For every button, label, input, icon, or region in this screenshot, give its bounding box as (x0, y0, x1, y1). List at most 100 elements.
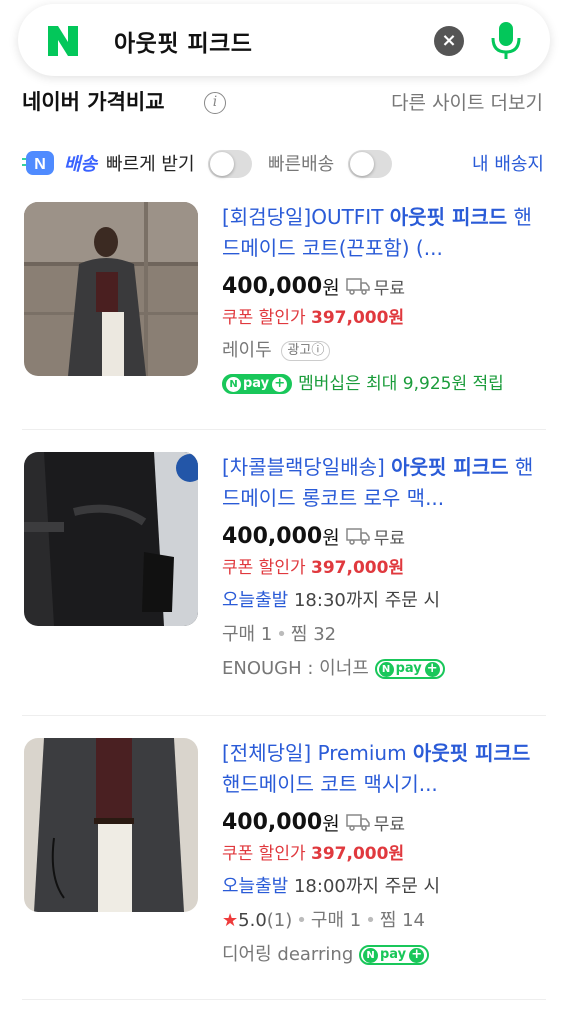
coupon-price-row: 쿠폰 할인가 397,000원 (222, 552, 544, 584)
ad-label: 광고 (287, 343, 312, 358)
product-info: [전체당일] Premium 아웃핏 피크드 핸드메이드 코트 맥시기... 4… (222, 738, 544, 972)
dispatch-row: 오늘출발 18:00까지 주문 시 (222, 870, 544, 904)
coupon-label: 쿠폰 할인가 (222, 558, 306, 578)
product-title-link[interactable]: [전체당일] Premium 아웃핏 피크드 핸드메이드 코트 맥시기... (222, 738, 544, 800)
title-suffix: 핸드메이드 코트 맥시기... (222, 772, 438, 796)
stats-row: ★5.0(1) • 구매 1 • 찜 14 (222, 904, 544, 938)
product-thumbnail[interactable] (24, 738, 198, 912)
title-highlight: 아웃핏 피크드 (389, 205, 508, 229)
delivery-filter-row: N 배송 빠르게 받기 빠른배송 내 배송지 (22, 146, 546, 182)
my-delivery-address-link[interactable]: 내 배송지 (472, 150, 544, 176)
separator-dot: • (365, 910, 376, 931)
seller-row: 디어링 dearring Npay + (222, 938, 544, 972)
product-card[interactable]: [회검당일]OUTFIT 아웃핏 피크드 핸드메이드 코트(끈포함) (... … (22, 202, 546, 430)
separator-dot: • (276, 624, 287, 645)
search-bar[interactable]: 아웃핏 피크드 × (18, 4, 550, 76)
product-thumbnail[interactable] (24, 202, 198, 376)
svg-text:N: N (34, 156, 46, 173)
product-title-link[interactable]: [회검당일]OUTFIT 아웃핏 피크드 핸드메이드 코트(끈포함) (... (222, 202, 544, 264)
npay-text: pay (243, 376, 270, 391)
product-price: 400,000 (222, 523, 323, 549)
product-thumbnail[interactable] (24, 452, 198, 626)
stats-row: 구매 1 • 찜 32 (222, 618, 544, 652)
ad-badge[interactable]: 광고ⓘ (281, 341, 331, 361)
currency-label: 원 (322, 526, 340, 549)
coupon-label: 쿠폰 할인가 (222, 308, 306, 328)
seller-row: ENOUGH : 이너프 Npay + (222, 652, 544, 686)
plus-icon: + (409, 947, 425, 963)
fast-delivery-toggle[interactable] (348, 150, 392, 178)
npay-plus-badge: Npay + (359, 945, 430, 965)
title-prefix: [전체당일] Premium (222, 741, 413, 765)
seller-name[interactable]: 레이두 (222, 340, 272, 361)
today-ship-label: 오늘출발 (222, 876, 289, 897)
seller-name[interactable]: 디어링 dearring (222, 944, 353, 965)
price-row: 400,000 원 무료 (222, 270, 544, 302)
search-query[interactable]: 아웃핏 피크드 (114, 24, 252, 58)
title-prefix: [차콜블랙당일배송] (222, 455, 392, 479)
price-row: 400,000 원 무료 (222, 520, 544, 552)
clear-search-icon[interactable]: × (434, 26, 464, 56)
truck-icon (345, 278, 370, 295)
rating-value: 5.0 (238, 910, 267, 931)
wish-count: 찜 32 (290, 624, 337, 645)
coupon-price: 397,000원 (311, 844, 405, 864)
product-info: [회검당일]OUTFIT 아웃핏 피크드 핸드메이드 코트(끈포함) (... … (222, 202, 544, 400)
rating-count: (1) (266, 910, 293, 931)
purchase-count: 구매 1 (310, 910, 362, 931)
npay-plus-badge: Npay + (222, 374, 293, 394)
shipping-fee: 무료 (373, 814, 405, 835)
truck-icon (345, 814, 370, 831)
npay-n-icon: N (226, 376, 241, 392)
order-cutoff: 18:30까지 주문 시 (293, 590, 441, 611)
coupon-label: 쿠폰 할인가 (222, 844, 306, 864)
truck-icon (345, 528, 370, 545)
separator-dot: • (296, 910, 307, 931)
seller-name[interactable]: ENOUGH : 이너프 (222, 658, 369, 679)
title-highlight: 아웃핏 피크드 (391, 455, 509, 479)
currency-label: 원 (322, 812, 340, 835)
fast-receive-toggle[interactable] (208, 150, 252, 178)
coupon-price: 397,000원 (311, 308, 405, 328)
membership-row: Npay + 멤버십은 최대 9,925원 적립 (222, 368, 544, 400)
shipping-fee: 무료 (373, 528, 405, 549)
shipping-fee: 무료 (373, 278, 405, 299)
product-info: [차콜블랙당일배송] 아웃핏 피크드 핸드메이드 롱코트 로우 맥... 400… (222, 452, 544, 686)
npay-plus-badge: Npay + (374, 659, 445, 679)
coupon-price: 397,000원 (311, 558, 405, 578)
microphone-icon[interactable] (488, 20, 524, 60)
coupon-price-row: 쿠폰 할인가 397,000원 (222, 302, 544, 334)
membership-points: 멤버십은 최대 9,925원 적립 (298, 374, 504, 394)
info-icon[interactable]: i (204, 92, 226, 114)
dispatch-row: 오늘출발 18:30까지 주문 시 (222, 584, 544, 618)
today-ship-label: 오늘출발 (222, 590, 289, 611)
npay-text: pay (380, 947, 407, 962)
product-price: 400,000 (222, 273, 323, 299)
order-cutoff: 18:00까지 주문 시 (293, 876, 441, 897)
seller-row: 레이두 광고ⓘ (222, 334, 544, 368)
product-title-link[interactable]: [차콜블랙당일배송] 아웃핏 피크드 핸드메이드 롱코트 로우 맥... (222, 452, 544, 514)
purchase-count: 구매 1 (222, 624, 273, 645)
fast-receive-label: 빠르게 받기 (106, 154, 195, 175)
section-title: 네이버 가격비교 (22, 90, 165, 114)
currency-label: 원 (322, 276, 340, 299)
plus-icon: + (424, 661, 440, 677)
npay-n-icon: N (378, 661, 394, 677)
product-card[interactable]: [전체당일] Premium 아웃핏 피크드 핸드메이드 코트 맥시기... 4… (22, 738, 546, 1000)
npay-delivery-icon: N (22, 151, 54, 175)
product-price: 400,000 (222, 809, 323, 835)
delivery-brand-label: 배송 (64, 154, 98, 175)
wish-count: 찜 14 (379, 910, 426, 931)
plus-icon: + (272, 376, 288, 392)
fast-delivery-label: 빠른배송 (268, 154, 335, 175)
naver-logo-icon[interactable] (46, 24, 80, 58)
coupon-price-row: 쿠폰 할인가 397,000원 (222, 838, 544, 870)
more-sites-link[interactable]: 다른 사이트 더보기 (391, 88, 543, 115)
npay-text: pay (395, 661, 422, 676)
product-card[interactable]: [차콜블랙당일배송] 아웃핏 피크드 핸드메이드 롱코트 로우 맥... 400… (22, 452, 546, 716)
price-row: 400,000 원 무료 (222, 806, 544, 838)
npay-n-icon: N (363, 947, 378, 963)
star-icon: ★ (222, 910, 239, 931)
title-highlight: 아웃핏 피크드 (412, 741, 531, 765)
title-prefix: [회검당일]OUTFIT (222, 205, 390, 229)
